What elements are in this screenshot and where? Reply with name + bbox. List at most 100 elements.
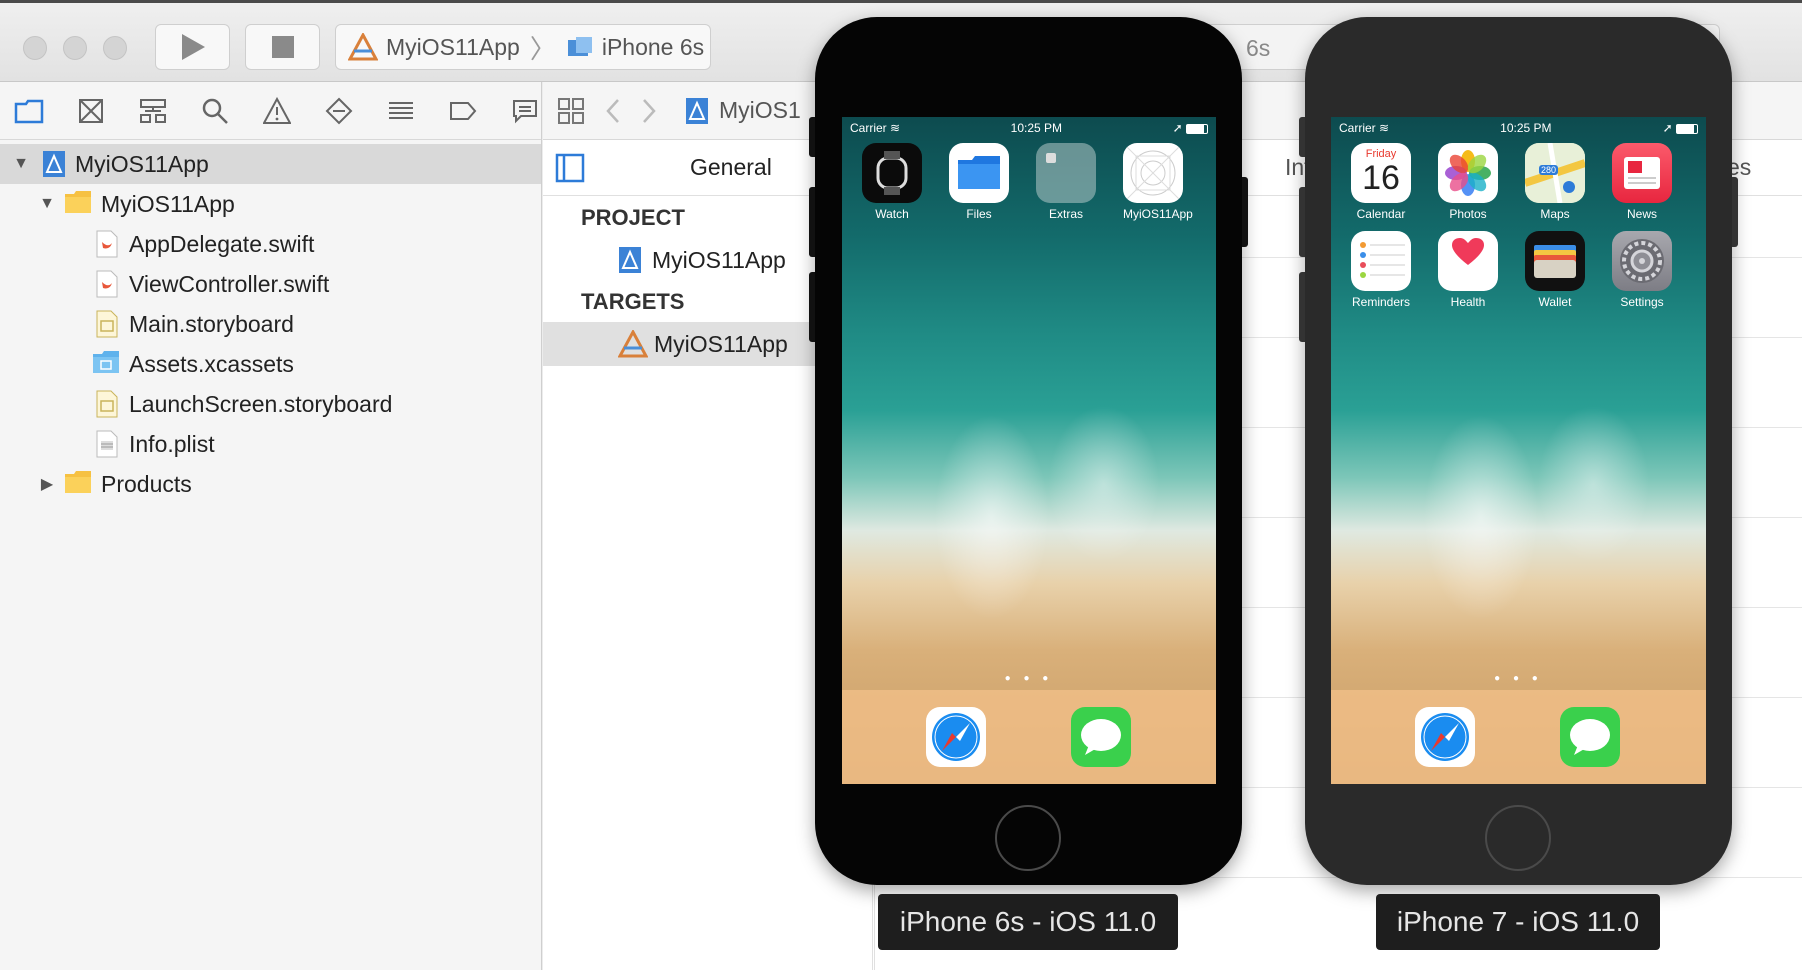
stop-button[interactable] xyxy=(245,24,320,70)
app-label: Photos xyxy=(1449,207,1487,221)
folder-icon xyxy=(64,190,92,218)
tree-row-file[interactable]: Main.storyboard xyxy=(0,304,541,344)
page-indicator[interactable]: ● ● ● xyxy=(842,673,1216,684)
app-label: MyiOS11App xyxy=(1123,207,1193,221)
scheme-device-name[interactable]: iPhone 6s xyxy=(602,34,704,61)
photos-icon xyxy=(1438,143,1498,203)
app-calendar[interactable]: Friday 16 Calendar xyxy=(1351,143,1411,221)
close-window-button[interactable] xyxy=(23,36,47,60)
clock-label: 10:25 PM xyxy=(1010,121,1063,135)
volume-up-button[interactable] xyxy=(1299,187,1305,257)
app-files[interactable]: Files xyxy=(949,143,1009,221)
project-navigator: ▼ MyiOS11App ▼ MyiOS11App AppDelegate.sw… xyxy=(0,82,542,970)
app-label: News xyxy=(1626,207,1657,221)
simulator-label-iphone-6s: iPhone 6s - iOS 11.0 xyxy=(878,894,1178,950)
tree-row-file[interactable]: Info.plist xyxy=(0,424,541,464)
app-label: Maps xyxy=(1540,207,1570,221)
symbol-navigator-tab[interactable] xyxy=(137,95,169,127)
swift-file-icon xyxy=(96,270,120,298)
app-extras-folder[interactable]: Extras xyxy=(1036,143,1096,221)
tree-item-label: LaunchScreen.storyboard xyxy=(129,390,393,417)
tree-row-group[interactable]: ▶ Products xyxy=(0,464,541,504)
carrier-label: Carrier xyxy=(850,121,887,135)
app-wallet[interactable]: Wallet xyxy=(1525,231,1585,309)
location-icon: ➚ xyxy=(1172,121,1183,135)
form-column-divider xyxy=(874,882,875,970)
test-navigator-tab[interactable] xyxy=(323,95,355,127)
volume-up-button[interactable] xyxy=(809,187,815,257)
tree-row-file[interactable]: AppDelegate.swift xyxy=(0,224,541,264)
volume-down-button[interactable] xyxy=(809,272,815,342)
tree-item-label: Products xyxy=(101,470,192,497)
breakpoint-navigator-tab[interactable] xyxy=(447,95,479,127)
find-navigator-tab[interactable] xyxy=(199,95,231,127)
app-label: Wallet xyxy=(1538,295,1572,309)
app-settings[interactable]: Settings xyxy=(1612,231,1672,309)
assets-catalog-icon xyxy=(92,350,120,378)
back-chevron-icon[interactable] xyxy=(605,98,621,124)
home-button[interactable] xyxy=(1485,805,1551,871)
power-button[interactable] xyxy=(1732,177,1738,247)
power-button[interactable] xyxy=(1242,177,1248,247)
app-maps[interactable]: 280 Maps xyxy=(1525,143,1585,221)
scheme-selector[interactable]: MyiOS11App 〉 iPhone 6s xyxy=(335,24,711,70)
status-bar: Carrier ≋ 10:25 PM ➚ xyxy=(842,117,1216,139)
project-navigator-tab[interactable] xyxy=(13,95,45,127)
app-watch[interactable]: Watch xyxy=(862,143,922,221)
tab-general[interactable]: General xyxy=(690,154,772,181)
disclosure-expanded-icon[interactable]: ▼ xyxy=(12,155,30,173)
issue-navigator-tab[interactable] xyxy=(261,95,293,127)
jumpbar-project-name[interactable]: MyiOS1 xyxy=(719,97,801,124)
stop-icon xyxy=(271,36,294,58)
simulator-screen[interactable]: Carrier ≋ 10:25 PM ➚ Watch Files Extras … xyxy=(842,117,1216,784)
app-label: Reminders xyxy=(1351,295,1411,309)
simulator-iphone-6s: Carrier ≋ 10:25 PM ➚ Watch Files Extras … xyxy=(809,17,1248,885)
page-indicator[interactable]: ● ● ● xyxy=(1331,673,1706,684)
tree-row-file[interactable]: LaunchScreen.storyboard xyxy=(0,384,541,424)
app-health[interactable]: Health xyxy=(1438,231,1498,309)
xcode-project-icon xyxy=(686,97,708,124)
navigator-selector-bar xyxy=(0,82,541,140)
debug-navigator-tab[interactable] xyxy=(385,95,417,127)
safari-icon[interactable] xyxy=(926,707,986,767)
tree-row-file[interactable]: Assets.xcassets xyxy=(0,344,541,384)
app-label: Settings xyxy=(1620,295,1664,309)
app-label: Health xyxy=(1450,295,1486,309)
simulator-screen[interactable]: Carrier ≋ 10:25 PM ➚ Friday 16 Calendar xyxy=(1331,117,1706,784)
app-label: Watch xyxy=(875,207,909,221)
messages-icon[interactable] xyxy=(1560,707,1620,767)
report-navigator-tab[interactable] xyxy=(509,95,541,127)
zoom-window-button[interactable] xyxy=(103,36,127,60)
app-photos[interactable]: Photos xyxy=(1438,143,1498,221)
home-button[interactable] xyxy=(995,805,1061,871)
forward-chevron-icon[interactable] xyxy=(641,98,657,124)
dock xyxy=(842,690,1216,784)
app-news[interactable]: News xyxy=(1612,143,1672,221)
app-reminders[interactable]: Reminders xyxy=(1351,231,1411,309)
tree-row-group[interactable]: ▼ MyiOS11App xyxy=(0,184,541,224)
disclosure-expanded-icon[interactable]: ▼ xyxy=(38,195,56,213)
app-label: Extras xyxy=(1048,207,1083,221)
tree-item-label: Assets.xcassets xyxy=(129,350,294,377)
breakpoint-icon xyxy=(450,101,477,120)
carrier-label: Carrier xyxy=(1339,121,1376,135)
dock xyxy=(1331,690,1706,784)
sidebar-toggle-icon[interactable] xyxy=(555,153,585,183)
health-icon xyxy=(1438,231,1498,291)
minimize-window-button[interactable] xyxy=(63,36,87,60)
source-control-navigator-tab[interactable] xyxy=(75,95,107,127)
safari-icon[interactable] xyxy=(1415,707,1475,767)
messages-icon[interactable] xyxy=(1071,707,1131,767)
xcode-project-icon xyxy=(42,150,66,178)
disclosure-collapsed-icon[interactable]: ▶ xyxy=(38,475,56,493)
scheme-app-name[interactable]: MyiOS11App xyxy=(386,34,520,61)
app-myios11app[interactable]: MyiOS11App xyxy=(1123,143,1193,221)
related-items-icon[interactable] xyxy=(557,97,585,125)
tree-row-file[interactable]: ViewController.swift xyxy=(0,264,541,304)
tree-row-project[interactable]: ▼ MyiOS11App xyxy=(0,144,541,184)
run-button[interactable] xyxy=(155,24,230,70)
tree-item-label: Main.storyboard xyxy=(129,310,294,337)
xcode-window: MyiOS11App 〉 iPhone 6s 6s ▼ MyiOS11App ▼… xyxy=(0,0,1802,970)
wifi-icon: ≋ xyxy=(1379,121,1390,135)
volume-down-button[interactable] xyxy=(1299,272,1305,342)
